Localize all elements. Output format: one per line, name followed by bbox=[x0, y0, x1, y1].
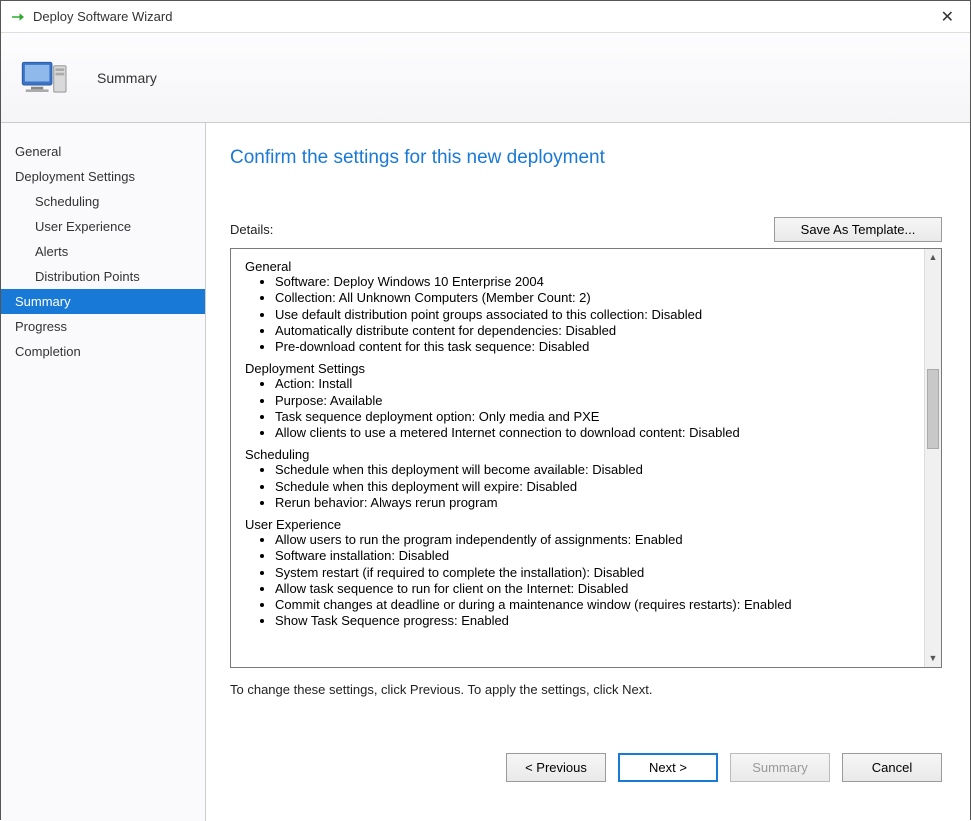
detail-item: Purpose: Available bbox=[275, 393, 918, 409]
close-button[interactable]: ✕ bbox=[933, 7, 962, 27]
hint-text: To change these settings, click Previous… bbox=[230, 682, 942, 697]
section-list: Allow users to run the program independe… bbox=[245, 532, 918, 630]
detail-item: Collection: All Unknown Computers (Membe… bbox=[275, 290, 918, 306]
sidebar-item-user-experience[interactable]: User Experience bbox=[1, 214, 205, 239]
sidebar-item-scheduling[interactable]: Scheduling bbox=[1, 189, 205, 214]
arrow-right-icon bbox=[9, 8, 27, 26]
section-list: Action: InstallPurpose: AvailableTask se… bbox=[245, 376, 918, 441]
details-scrollbar[interactable]: ▲ ▼ bbox=[924, 249, 941, 667]
section-title: User Experience bbox=[245, 517, 918, 532]
sidebar-item-distribution-points[interactable]: Distribution Points bbox=[1, 264, 205, 289]
scroll-down-icon[interactable]: ▼ bbox=[925, 650, 941, 667]
detail-item: Action: Install bbox=[275, 376, 918, 392]
detail-item: Software: Deploy Windows 10 Enterprise 2… bbox=[275, 274, 918, 290]
detail-item: Automatically distribute content for dep… bbox=[275, 323, 918, 339]
cancel-button[interactable]: Cancel bbox=[842, 753, 942, 782]
scroll-up-icon[interactable]: ▲ bbox=[925, 249, 941, 266]
window-title: Deploy Software Wizard bbox=[33, 9, 933, 24]
detail-item: Allow clients to use a metered Internet … bbox=[275, 425, 918, 441]
detail-item: Allow users to run the program independe… bbox=[275, 532, 918, 548]
previous-button[interactable]: < Previous bbox=[506, 753, 606, 782]
main-heading: Confirm the settings for this new deploy… bbox=[230, 147, 942, 169]
next-button[interactable]: Next > bbox=[618, 753, 718, 782]
detail-item: Commit changes at deadline or during a m… bbox=[275, 597, 918, 613]
detail-item: Rerun behavior: Always rerun program bbox=[275, 495, 918, 511]
detail-item: Schedule when this deployment will expir… bbox=[275, 479, 918, 495]
sidebar-item-summary[interactable]: Summary bbox=[1, 289, 205, 314]
detail-item: Allow task sequence to run for client on… bbox=[275, 581, 918, 597]
title-bar: Deploy Software Wizard ✕ bbox=[1, 1, 970, 33]
section-list: Schedule when this deployment will becom… bbox=[245, 462, 918, 511]
computer-icon bbox=[17, 50, 73, 106]
wizard-sidebar: GeneralDeployment SettingsSchedulingUser… bbox=[1, 123, 206, 821]
section-title: General bbox=[245, 259, 918, 274]
page-title: Summary bbox=[97, 70, 157, 86]
sidebar-item-progress[interactable]: Progress bbox=[1, 314, 205, 339]
wizard-main: Confirm the settings for this new deploy… bbox=[206, 123, 970, 821]
sidebar-item-completion[interactable]: Completion bbox=[1, 339, 205, 364]
detail-item: System restart (if required to complete … bbox=[275, 565, 918, 581]
wizard-header: Summary bbox=[1, 33, 970, 123]
section-title: Scheduling bbox=[245, 447, 918, 462]
sidebar-item-deployment-settings[interactable]: Deployment Settings bbox=[1, 164, 205, 189]
detail-item: Schedule when this deployment will becom… bbox=[275, 462, 918, 478]
details-label: Details: bbox=[230, 222, 273, 237]
save-as-template-button[interactable]: Save As Template... bbox=[774, 217, 942, 242]
scroll-thumb[interactable] bbox=[927, 369, 939, 449]
detail-item: Show Task Sequence progress: Enabled bbox=[275, 613, 918, 629]
details-content: GeneralSoftware: Deploy Windows 10 Enter… bbox=[231, 249, 924, 667]
section-title: Deployment Settings bbox=[245, 361, 918, 376]
details-box: GeneralSoftware: Deploy Windows 10 Enter… bbox=[230, 248, 942, 668]
sidebar-item-general[interactable]: General bbox=[1, 139, 205, 164]
detail-item: Use default distribution point groups as… bbox=[275, 307, 918, 323]
section-list: Software: Deploy Windows 10 Enterprise 2… bbox=[245, 274, 918, 355]
summary-button[interactable]: Summary bbox=[730, 753, 830, 782]
detail-item: Task sequence deployment option: Only me… bbox=[275, 409, 918, 425]
wizard-footer: < Previous Next > Summary Cancel bbox=[230, 753, 942, 782]
detail-item: Software installation: Disabled bbox=[275, 548, 918, 564]
sidebar-item-alerts[interactable]: Alerts bbox=[1, 239, 205, 264]
detail-item: Pre-download content for this task seque… bbox=[275, 339, 918, 355]
